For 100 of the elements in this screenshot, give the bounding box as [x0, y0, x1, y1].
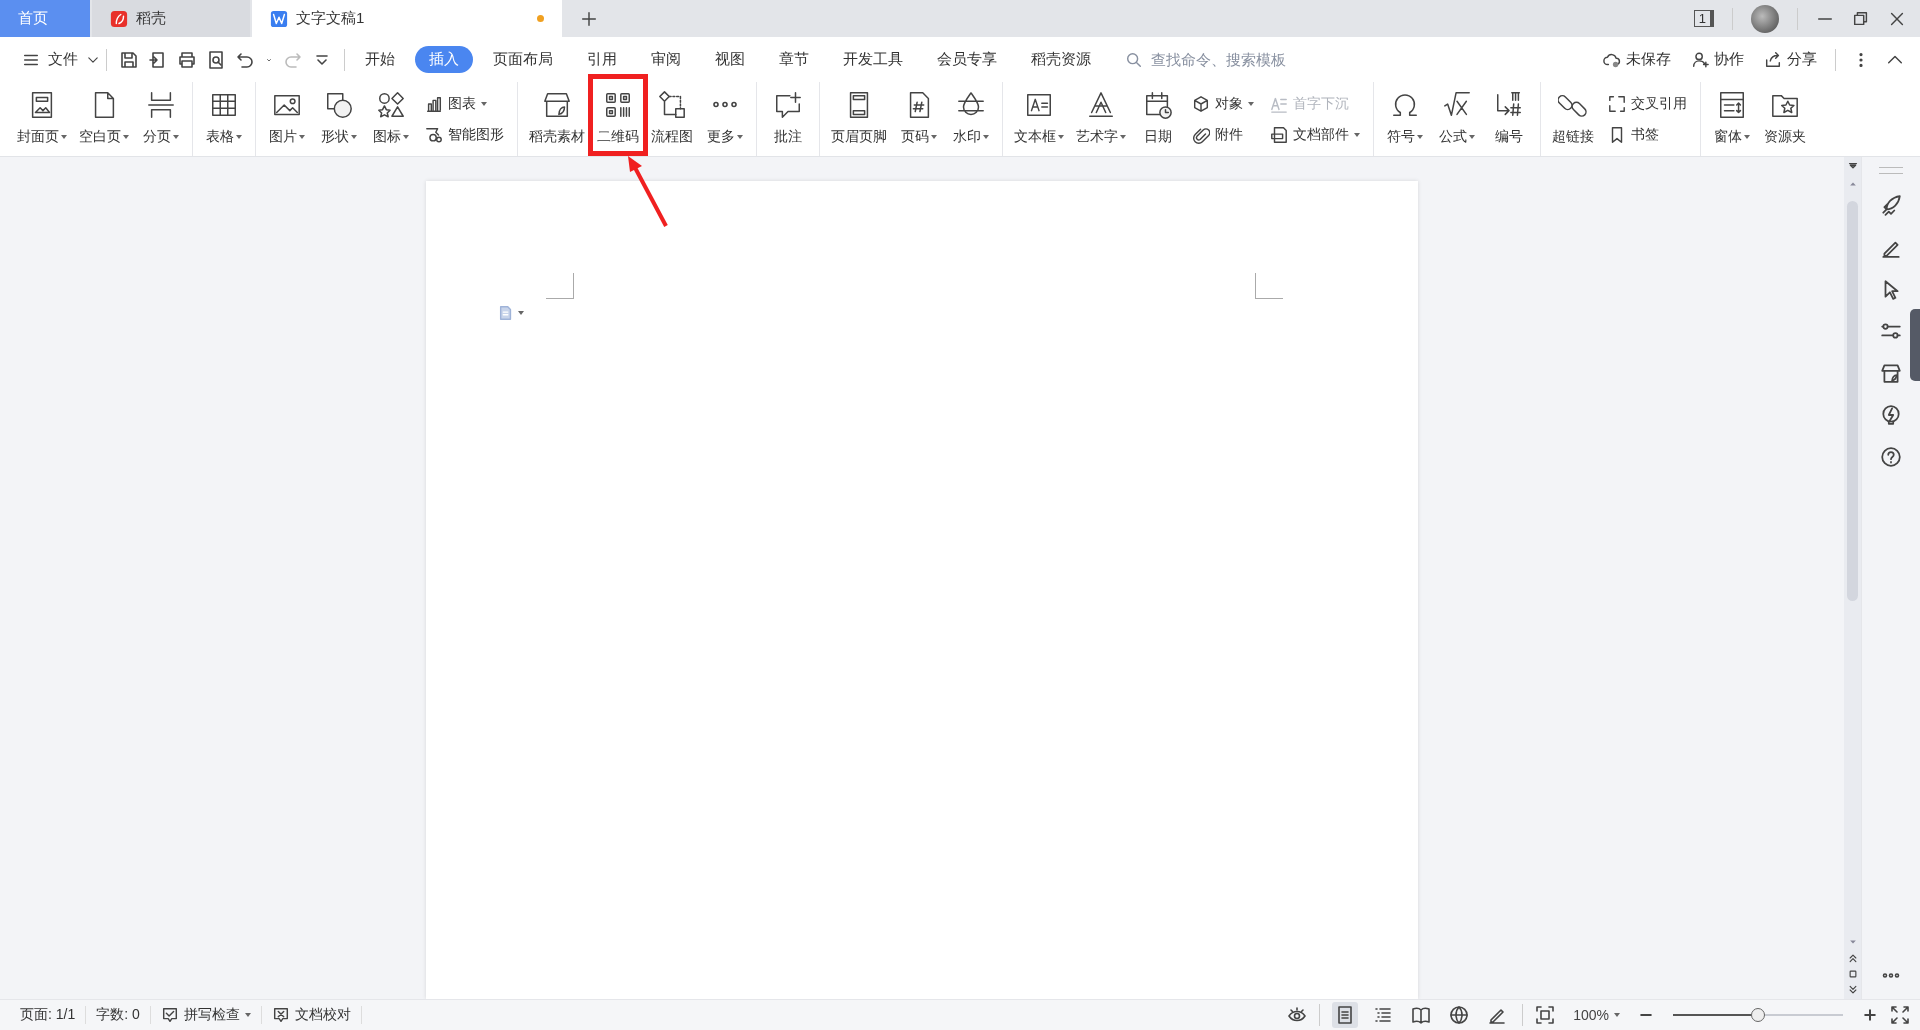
qr-code-icon	[603, 90, 633, 120]
status-button[interactable]: 拼写检查	[150, 1006, 262, 1024]
save-icon[interactable]	[119, 49, 139, 70]
form-icon	[1717, 90, 1747, 120]
ribbon-button[interactable]: 页码	[894, 86, 944, 152]
next-page-icon[interactable]	[1847, 985, 1858, 995]
ribbon-button[interactable]: 艺术字	[1071, 86, 1131, 152]
lightning-bulb-icon[interactable]	[1880, 404, 1902, 426]
share-icon	[1764, 50, 1782, 69]
caret-icon	[1120, 135, 1126, 139]
page-break-icon	[146, 90, 176, 120]
caret-icon	[931, 135, 937, 139]
status-button[interactable]: 文档校对	[261, 1006, 362, 1024]
add-user-icon	[1691, 50, 1709, 69]
caret-icon	[1354, 132, 1360, 137]
ribbon-tab[interactable]: 引用	[573, 46, 631, 73]
ribbon-button[interactable]: 图标	[366, 86, 416, 152]
ribbon-button[interactable]: 图片	[262, 86, 312, 152]
ribbon-button[interactable]: 公式	[1432, 86, 1482, 152]
toolbar-button[interactable]: 协作	[1689, 48, 1746, 71]
print-preview-icon[interactable]	[206, 49, 226, 70]
ribbon-button[interactable]: 稻壳素材	[524, 86, 590, 152]
caret-icon	[236, 135, 242, 139]
ribbon-button[interactable]: 资源夹	[1759, 86, 1811, 152]
ribbon-tab[interactable]: 页面布局	[479, 46, 567, 73]
ribbon-button[interactable]: 空白页	[74, 86, 134, 152]
ribbon-tab[interactable]: 开始	[351, 46, 409, 73]
slider-thumb[interactable]	[1751, 1008, 1765, 1022]
search-field[interactable]: 查找命令、搜索模板	[1125, 50, 1333, 69]
more-icon	[712, 101, 738, 108]
window-count[interactable]: 1	[1693, 10, 1714, 27]
ribbon-button[interactable]: 形状	[314, 86, 364, 152]
print-icon[interactable]	[177, 49, 197, 70]
book-icon	[1411, 1005, 1432, 1025]
ribbon-tab[interactable]: 章节	[765, 46, 823, 73]
caret-icon	[1248, 101, 1254, 106]
zoom-in-icon[interactable]	[1862, 1007, 1878, 1023]
ribbon-button[interactable]: 封面页	[12, 86, 72, 152]
more-icon[interactable]	[1881, 972, 1901, 979]
bar-chart-icon	[425, 94, 443, 113]
ribbon-button[interactable]: 对象	[1189, 92, 1257, 115]
ribbon-tab[interactable]: 开发工具	[829, 46, 917, 73]
fit-page-icon[interactable]	[1535, 1005, 1556, 1025]
rocket-icon[interactable]	[1880, 194, 1902, 216]
shapes-icon	[324, 90, 354, 120]
ribbon-tab[interactable]: 审阅	[637, 46, 695, 73]
ribbon-button[interactable]: 编号	[1484, 86, 1534, 152]
document-tab[interactable]: 文字文稿1	[252, 0, 562, 37]
ribbon-button[interactable]: 文档部件	[1267, 123, 1363, 146]
view-mode-button[interactable]	[1332, 1002, 1359, 1028]
toolbar-button[interactable]: 未保存	[1601, 48, 1673, 71]
ribbon-button[interactable]: 表格	[199, 86, 249, 152]
ribbon-button[interactable]: 分页	[136, 86, 186, 152]
ribbon-button[interactable]: 水印	[946, 86, 996, 152]
ribbon-button[interactable]: 书签	[1605, 123, 1690, 146]
ribbon-button[interactable]: 日期	[1133, 86, 1183, 152]
help-icon[interactable]	[1880, 446, 1902, 468]
ribbon-button[interactable]: 页眉页脚	[826, 86, 892, 152]
restore-icon[interactable]	[1852, 9, 1870, 28]
search-icon	[1125, 50, 1143, 69]
previous-page-icon[interactable]	[1847, 953, 1858, 963]
caret-icon	[351, 135, 357, 139]
zoom-level[interactable]: 100%	[1567, 1006, 1626, 1024]
toolbar-button[interactable]: 分享	[1762, 48, 1819, 71]
document-tab[interactable]: 稻壳	[92, 0, 250, 37]
globe-icon	[1449, 1005, 1470, 1025]
storefront-icon[interactable]	[1880, 362, 1902, 384]
ribbon-tab[interactable]: 插入	[415, 46, 473, 73]
ribbon-tab[interactable]: 视图	[701, 46, 759, 73]
avatar[interactable]	[1751, 4, 1779, 33]
fullscreen-icon[interactable]	[1890, 1005, 1910, 1025]
file-menu[interactable]: 文件	[16, 46, 106, 73]
ribbon-tab[interactable]: 会员专享	[923, 46, 1011, 73]
scrollbar[interactable]	[1844, 157, 1861, 999]
status-text: 页面: 1/1	[10, 1006, 87, 1024]
caret-icon	[1058, 135, 1064, 139]
ribbon-button[interactable]: 流程图	[646, 86, 698, 152]
ribbon-button[interactable]: 批注	[763, 86, 813, 152]
caret-icon[interactable]	[518, 311, 524, 315]
ribbon-button[interactable]: 图表	[422, 92, 507, 115]
ribbon-button[interactable]: 窗体	[1707, 86, 1757, 152]
pointer-arrow	[628, 156, 668, 227]
ribbon-button[interactable]: 交叉引用	[1605, 92, 1690, 115]
ribbon-button[interactable]: 文本框	[1009, 86, 1069, 152]
plus-icon	[580, 9, 598, 28]
spellcheck-icon	[160, 1006, 179, 1024]
ribbon-button[interactable]: 附件	[1189, 123, 1257, 146]
caret-icon	[244, 1013, 251, 1017]
ribbon-button[interactable]: 超链接	[1547, 86, 1599, 152]
ribbon-tab[interactable]: 稻壳资源	[1017, 46, 1105, 73]
caret-icon	[173, 135, 179, 139]
ribbon-button[interactable]: 二维码	[592, 86, 644, 152]
panel-grip[interactable]	[1879, 167, 1903, 174]
ribbon-button[interactable]: 符号	[1380, 86, 1430, 152]
ribbon-button[interactable]: 更多	[700, 86, 750, 152]
ribbon-button[interactable]: 智能图形	[422, 123, 507, 146]
select-object-icon[interactable]	[1847, 969, 1858, 979]
comment-plus-icon	[773, 90, 803, 120]
caret-icon	[737, 135, 743, 139]
flowchart-icon	[657, 90, 687, 120]
